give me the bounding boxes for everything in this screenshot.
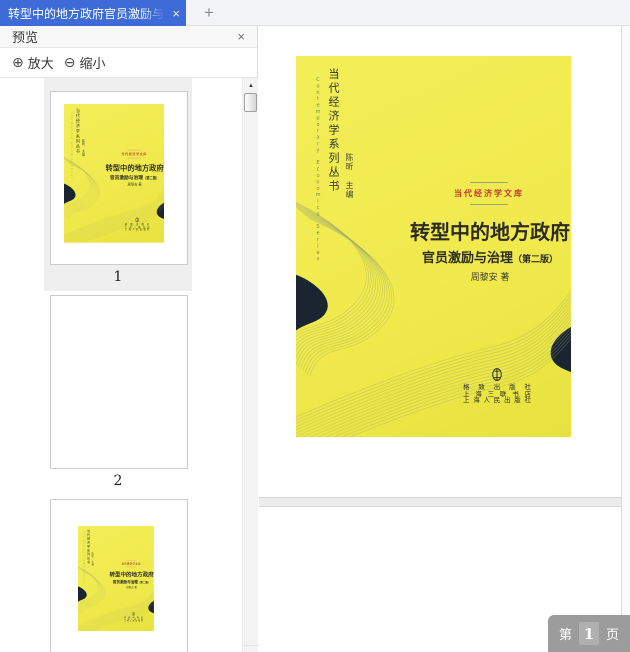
series-title-vertical: 当代经济学系列丛书: [75, 108, 81, 155]
publisher-name-3: 上海人民出版社: [124, 227, 150, 231]
document-tab-title: 转型中的地方政府官员激励与治: [8, 6, 170, 21]
collection-label-text: 当代经济学文库: [454, 189, 524, 198]
scroll-up-icon: ▲: [248, 83, 254, 89]
zoom-out-button[interactable]: ⊖ 缩小: [64, 53, 106, 72]
preview-toolbar: ⊕ 放大 ⊖ 缩小: [0, 48, 257, 78]
thumbnail-cover-3: Contemporary Economics Series 当代经济学系列丛书 …: [78, 526, 154, 632]
thumbnail-label-1: 1: [113, 269, 123, 285]
scroll-up-button[interactable]: ▲: [243, 78, 259, 94]
book-author: 周黎安 著: [127, 182, 142, 187]
publisher-logo-icon: [135, 217, 139, 223]
page-gap: [259, 497, 622, 507]
document-cover: Contemporary Economics Series 当代经济学系列丛书 …: [296, 56, 571, 437]
book-subtitle: 官员激励与治理（第二版）: [104, 174, 164, 181]
publisher-name-3: 上海人民出版社: [124, 619, 143, 623]
series-editor-vertical: 陈昕 主编: [81, 139, 86, 157]
preview-panel-header: 预览 ×: [0, 26, 257, 48]
book-edition: （第二版）: [137, 580, 151, 584]
collection-label-text: 当代经济学文库: [121, 152, 147, 156]
thumbnail-cover-1: Contemporary Economics Series 当代经济学系列丛书 …: [64, 104, 165, 243]
scrollbar-bottom-divider: [243, 645, 259, 646]
zoom-in-icon: ⊕: [12, 54, 24, 71]
series-title-vertical: 当代经济学系列丛书: [86, 529, 91, 565]
thumbnail-page-1[interactable]: Contemporary Economics Series 当代经济学系列丛书 …: [50, 91, 188, 265]
page-indicator-suffix: 页: [606, 627, 620, 642]
scrollbar-thumb[interactable]: [244, 93, 257, 112]
book-author: 周黎安 著: [126, 585, 137, 589]
plus-icon: +: [204, 3, 214, 22]
document-view: Contemporary Economics Series 当代经济学系列丛书 …: [259, 26, 630, 652]
sidebar-scrollbar[interactable]: ▲: [242, 78, 259, 652]
series-title-english-vertical: Contemporary Economics Series: [315, 77, 321, 263]
preview-close-icon[interactable]: ×: [237, 30, 245, 43]
thumbnail-item-1-selected[interactable]: Contemporary Economics Series 当代经济学系列丛书 …: [44, 78, 192, 291]
zoom-in-button[interactable]: ⊕ 放大: [12, 53, 54, 72]
book-subtitle-text: 官员激励与治理: [109, 174, 143, 181]
collection-label: 当代经济学文库: [116, 149, 152, 159]
book-subtitle: 官员激励与治理（第二版）: [108, 579, 154, 584]
publisher-logo-icon: [132, 612, 135, 616]
publisher-name-1: 格致出版社: [463, 383, 531, 391]
publisher-block: 格致出版社 上海三联书店 上海人民出版社: [463, 368, 531, 404]
tab-bar: 转型中的地方政府官员激励与治 × +: [0, 0, 630, 26]
collection-label-text: 当代经济学文库: [121, 562, 141, 566]
thumbnail-list: Contemporary Economics Series 当代经济学系列丛书 …: [0, 78, 241, 652]
book-edition: （第二版）: [142, 176, 160, 181]
collection-label: 当代经济学文库: [439, 182, 539, 205]
pdf-reader-window: 转型中的地方政府官员激励与治 × + 预览 × ⊕ 放大 ⊖ 缩小 Contem…: [0, 0, 630, 652]
publisher-block: 格致出版社 上海三联书店 上海人民出版社: [124, 612, 143, 622]
book-edition: （第二版）: [513, 255, 559, 265]
preview-sidebar: 预览 × ⊕ 放大 ⊖ 缩小 Contemporary Economics Se…: [0, 26, 259, 652]
book-cover: Contemporary Economics Series 当代经济学系列丛书 …: [64, 104, 165, 243]
book-cover: Contemporary Economics Series 当代经济学系列丛书 …: [296, 56, 571, 437]
book-title: 转型中的地方政府: [410, 220, 570, 244]
document-page-1: Contemporary Economics Series 当代经济学系列丛书 …: [259, 26, 622, 497]
book-subtitle-text: 官员激励与治理: [421, 251, 513, 266]
collection-rule-top: [470, 182, 508, 183]
series-title-english-vertical: Contemporary Economics Series: [70, 111, 74, 180]
thumbnail-label-2: 2: [113, 473, 123, 489]
series-editor-vertical: 陈昕 主编: [345, 153, 354, 199]
new-tab-button[interactable]: +: [197, 2, 221, 24]
book-cover: Contemporary Economics Series 当代经济学系列丛书 …: [78, 526, 154, 632]
book-subtitle: 官员激励与治理（第二版）: [406, 247, 571, 266]
book-author: 周黎安 著: [470, 273, 510, 283]
book-subtitle-text: 官员激励与治理: [112, 579, 138, 584]
tab-close-icon[interactable]: ×: [172, 7, 180, 20]
collection-label: 当代经济学文库: [117, 560, 145, 568]
series-editor-vertical: 陈昕 主编: [91, 552, 95, 566]
preview-panel-title: 预览: [12, 30, 39, 45]
zoom-in-label: 放大: [27, 56, 54, 71]
page-number-box[interactable]: 1: [579, 622, 599, 645]
thumbnail-page-3[interactable]: Contemporary Economics Series 当代经济学系列丛书 …: [50, 499, 188, 652]
publisher-name-3: 上海人民出版社: [463, 396, 531, 405]
document-tab[interactable]: 转型中的地方政府官员激励与治 ×: [0, 0, 186, 26]
series-title-english-vertical: Contemporary Economics Series: [83, 531, 85, 584]
zoom-out-label: 缩小: [79, 56, 106, 71]
publisher-logo-icon: [492, 368, 502, 381]
zoom-out-icon: ⊖: [63, 54, 76, 71]
page-indicator-prefix: 第: [558, 627, 572, 642]
thumbnail-page-2[interactable]: [50, 295, 188, 469]
book-title: 转型中的地方政府: [109, 571, 154, 578]
book-title: 转型中的地方政府: [105, 163, 164, 173]
collection-rule-bottom: [470, 204, 508, 205]
publisher-block: 格致出版社 上海三联书店 上海人民出版社: [124, 217, 150, 231]
page-indicator: 第 1 页: [548, 615, 630, 652]
series-title-vertical: 当代经济学系列丛书: [327, 68, 340, 194]
